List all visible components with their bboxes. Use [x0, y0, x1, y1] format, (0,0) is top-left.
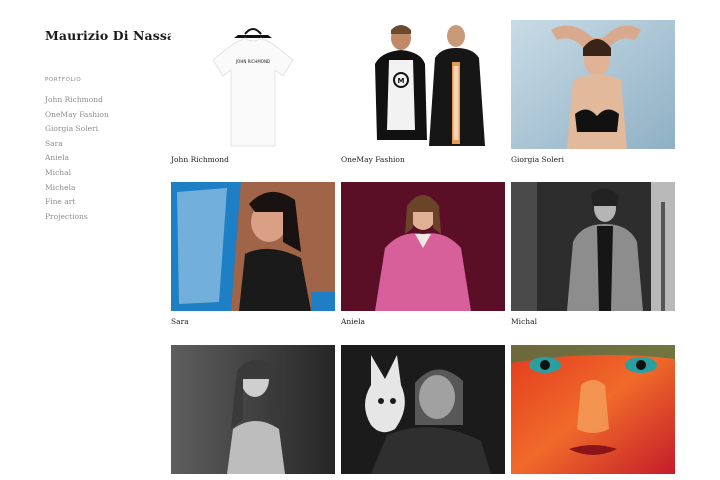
gallery-tile-onemay-fashion[interactable]: M OneMay Fashion [341, 20, 505, 164]
projections-thumbnail[interactable] [511, 345, 675, 474]
nav-item-sara[interactable]: Sara [45, 137, 165, 152]
michela-thumbnail[interactable] [171, 345, 335, 474]
gallery-tile-john-richmond[interactable]: JOHN RICHMOND John Richmond [171, 20, 335, 164]
aniela-thumbnail[interactable] [341, 182, 505, 311]
gallery-tile-michal[interactable]: Michal [511, 182, 675, 326]
tshirt-photo: JOHN RICHMOND [171, 20, 335, 149]
nav-item-michela[interactable]: Michela [45, 181, 165, 196]
nav-item-projections[interactable]: Projections [45, 210, 165, 225]
gallery-tile-projections[interactable] [511, 345, 675, 480]
michal-thumbnail[interactable] [511, 182, 675, 311]
caption-aniela[interactable]: Aniela [341, 317, 505, 326]
site-title[interactable]: Maurizio Di Nassau [45, 28, 184, 43]
giorgia-photo [511, 20, 675, 149]
gallery-tile-fine-art[interactable] [341, 345, 505, 480]
michal-photo [511, 182, 675, 311]
caption-giorgia-soleri[interactable]: Giorgia Soleri [511, 155, 675, 164]
sara-thumbnail[interactable] [171, 182, 335, 311]
john-richmond-thumbnail[interactable]: JOHN RICHMOND [171, 20, 335, 149]
caption-john-richmond[interactable]: John Richmond [171, 155, 335, 164]
nav-item-michal[interactable]: Michal [45, 166, 165, 181]
portfolio-nav: John Richmond OneMay Fashion Giorgia Sol… [45, 93, 165, 224]
sidebar: Maurizio Di Nassau PORTFOLIO John Richmo… [45, 28, 184, 224]
projections-photo [511, 345, 675, 474]
caption-onemay-fashion[interactable]: OneMay Fashion [341, 155, 505, 164]
gallery-tile-giorgia-soleri[interactable]: Giorgia Soleri [511, 20, 675, 164]
aniela-photo [341, 182, 505, 311]
nav-item-aniela[interactable]: Aniela [45, 151, 165, 166]
shirt-text: JOHN RICHMOND [235, 59, 270, 64]
nav-item-onemay-fashion[interactable]: OneMay Fashion [45, 108, 165, 123]
caption-michal[interactable]: Michal [511, 317, 675, 326]
nav-item-fine-art[interactable]: Fine art [45, 195, 165, 210]
onemay-photo: M [341, 20, 505, 149]
onemay-logo-text: M [398, 77, 405, 85]
fine-art-thumbnail[interactable] [341, 345, 505, 474]
nav-item-john-richmond[interactable]: John Richmond [45, 93, 165, 108]
gallery-tile-aniela[interactable]: Aniela [341, 182, 505, 326]
michela-photo [171, 345, 335, 474]
gallery-tile-michela[interactable] [171, 345, 335, 480]
sara-photo [171, 182, 335, 311]
giorgia-soleri-thumbnail[interactable] [511, 20, 675, 149]
gallery-tile-sara[interactable]: Sara [171, 182, 335, 326]
portfolio-section-label: PORTFOLIO [45, 77, 82, 83]
nav-item-giorgia-soleri[interactable]: Giorgia Soleri [45, 122, 165, 137]
caption-sara[interactable]: Sara [171, 317, 335, 326]
onemay-fashion-thumbnail[interactable]: M [341, 20, 505, 149]
fine-art-photo [341, 345, 505, 474]
